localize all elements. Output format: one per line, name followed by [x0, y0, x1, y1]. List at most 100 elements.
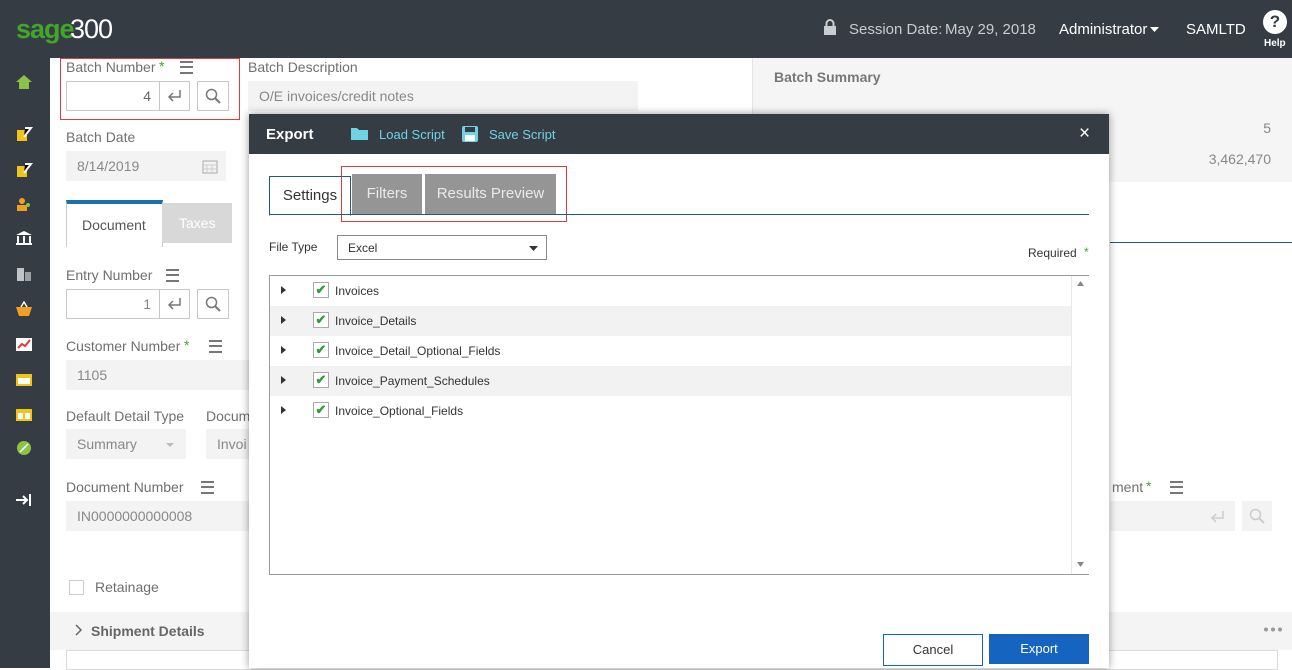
tree-item-label: Invoice_Details: [335, 314, 417, 328]
document-number-input[interactable]: IN0000000000008: [66, 501, 249, 531]
customer-number-input[interactable]: 1105: [66, 360, 249, 390]
calendar-icon[interactable]: [15, 371, 33, 387]
buildings-icon[interactable]: [15, 266, 33, 282]
batch-date-input[interactable]: 8/14/2019: [66, 151, 226, 181]
document-edit-icon[interactable]: [15, 162, 33, 178]
tree-item[interactable]: ✔ Invoice_Payment_Schedules: [270, 366, 1071, 396]
tree-item[interactable]: ✔ Invoices: [270, 276, 1071, 306]
tab-settings[interactable]: Settings: [269, 176, 351, 216]
entry-finder-button[interactable]: [197, 289, 229, 319]
sage-300-logo: 300: [70, 14, 113, 44]
checkbox-checked[interactable]: ✔: [313, 402, 329, 418]
close-icon[interactable]: ×: [1079, 123, 1090, 145]
expand-icon[interactable]: [281, 376, 286, 384]
tab-underline: [269, 214, 1089, 215]
basket-icon[interactable]: [15, 301, 33, 317]
file-type-select[interactable]: Excel: [337, 235, 547, 260]
tree-scrollbar[interactable]: [1071, 276, 1089, 574]
export-dialog-title: Export: [266, 126, 314, 143]
users-icon[interactable]: [15, 196, 33, 212]
right-field-finder-button[interactable]: [1242, 501, 1272, 531]
menu-icon[interactable]: [209, 340, 222, 353]
export-button[interactable]: Export: [989, 634, 1089, 664]
scroll-up-icon[interactable]: [1077, 281, 1084, 286]
cancel-button[interactable]: Cancel: [883, 634, 983, 666]
batch-number-input[interactable]: 4: [66, 81, 161, 111]
batch-description-input[interactable]: O/E invoices/credit notes: [248, 81, 638, 111]
menu-icon[interactable]: [201, 481, 214, 494]
expand-icon[interactable]: [281, 346, 286, 354]
customer-number-label: Customer Number: [66, 338, 181, 354]
lock-icon: [824, 19, 836, 35]
batch-date-label: Batch Date: [66, 129, 136, 145]
batch-summary-total: 3,462,470: [1208, 151, 1271, 167]
help-label[interactable]: Help: [1264, 38, 1286, 49]
enter-button[interactable]: [159, 289, 190, 319]
tree-item[interactable]: ✔ Invoice_Optional_Fields: [270, 396, 1071, 426]
help-icon[interactable]: ?: [1263, 10, 1287, 34]
home-icon[interactable]: [15, 74, 33, 90]
checkbox-checked[interactable]: ✔: [313, 312, 329, 328]
file-type-label: File Type: [269, 240, 318, 254]
default-detail-type-label: Default Detail Type: [66, 408, 185, 424]
menu-icon[interactable]: [180, 61, 193, 74]
retainage-label: Retainage: [95, 579, 159, 595]
entry-number-input[interactable]: 1: [66, 289, 161, 319]
right-field-input[interactable]: [1110, 501, 1235, 531]
document-edit-icon[interactable]: [15, 126, 33, 142]
required-label: Required: [1028, 246, 1077, 260]
document-type-value: Invoi: [217, 436, 247, 452]
document-number-label: Document Number: [66, 479, 184, 495]
chevron-down-icon: [529, 246, 538, 251]
expand-icon[interactable]: [281, 316, 286, 324]
required-star: *: [184, 337, 190, 353]
checkbox-checked[interactable]: ✔: [313, 282, 329, 298]
more-icon[interactable]: [1263, 627, 1283, 632]
expand-icon[interactable]: [281, 286, 286, 294]
checkbox-checked[interactable]: ✔: [313, 342, 329, 358]
folder-icon[interactable]: [351, 127, 369, 141]
expand-icon[interactable]: [281, 406, 286, 414]
batch-number-value: 4: [143, 88, 151, 104]
logout-icon[interactable]: [15, 492, 33, 508]
tree-item[interactable]: ✔ Invoice_Detail_Optional_Fields: [270, 336, 1071, 366]
entry-number-value: 1: [143, 296, 151, 312]
bank-icon[interactable]: [15, 230, 33, 246]
chevron-down-icon[interactable]: [1150, 27, 1159, 33]
load-script-link[interactable]: Load Script: [379, 127, 445, 142]
chart-icon[interactable]: [15, 336, 33, 352]
top-bar: sage 300 Session Date: May 29, 2018 Admi…: [0, 0, 1292, 58]
retainage-checkbox[interactable]: [69, 580, 84, 595]
right-field-label: ment: [1112, 479, 1144, 495]
return-icon[interactable]: [1210, 510, 1225, 524]
tab-taxes[interactable]: Taxes: [162, 203, 232, 243]
document-type-label: Docum: [206, 408, 251, 424]
batch-finder-button[interactable]: [197, 81, 229, 111]
sidebar: [0, 58, 50, 668]
tab-taxes-label: Taxes: [179, 215, 216, 231]
sage-logo: sage: [16, 14, 75, 44]
batch-summary-entries: 5: [1263, 120, 1271, 136]
menu-icon[interactable]: [166, 269, 179, 282]
scroll-down-icon[interactable]: [1077, 562, 1084, 567]
default-detail-type-select[interactable]: Summary: [66, 429, 186, 459]
save-icon[interactable]: [462, 126, 478, 142]
percent-icon[interactable]: [15, 440, 33, 456]
export-dialog-header: Export Load Script Save Script ×: [249, 114, 1109, 154]
menu-icon[interactable]: [1170, 481, 1183, 494]
user-menu[interactable]: Administrator: [1059, 21, 1147, 38]
tree-item[interactable]: ✔ Invoice_Details: [270, 306, 1071, 336]
save-script-link[interactable]: Save Script: [489, 127, 555, 142]
checkbox-checked[interactable]: ✔: [313, 372, 329, 388]
document-type-select[interactable]: Invoi: [206, 429, 249, 459]
tree-item-label: Invoice_Optional_Fields: [335, 404, 464, 418]
batch-description-label: Batch Description: [248, 59, 358, 75]
tab-document-label: Document: [82, 217, 146, 233]
tab-divider: [1110, 242, 1292, 243]
enter-button[interactable]: [159, 81, 190, 111]
tab-document[interactable]: Document: [66, 200, 163, 247]
calendar-alt-icon[interactable]: [15, 406, 33, 422]
calendar-icon[interactable]: [202, 158, 218, 174]
file-type-value: Excel: [348, 241, 378, 255]
batch-description-value: O/E invoices/credit notes: [259, 88, 414, 104]
